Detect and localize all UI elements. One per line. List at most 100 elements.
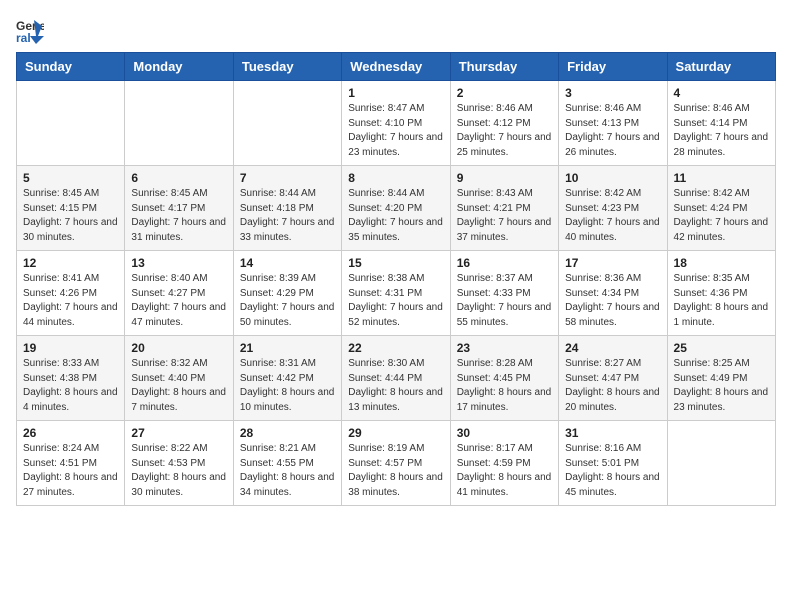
calendar-cell: 21 Sunrise: 8:31 AMSunset: 4:42 PMDayligh… — [233, 336, 341, 421]
cell-content: Sunrise: 8:19 AMSunset: 4:57 PMDaylight:… — [348, 442, 443, 500]
calendar-cell: 5 Sunrise: 8:45 AMSunset: 4:15 PMDaylight… — [17, 166, 125, 251]
calendar-cell: 24Sunrise: 8:27 AMSunset: 4:47 PMDayligh… — [559, 336, 667, 421]
day-number: 16 — [457, 256, 552, 270]
days-header-row: SundayMondayTuesdayWednesdayThursdayFrid… — [17, 53, 776, 81]
calendar-cell — [17, 81, 125, 166]
calendar-cell: 25 Sunrise: 8:25 AMSunset: 4:49 PMDayligh… — [667, 336, 775, 421]
calendar-cell: 28 Sunrise: 8:21 AMSunset: 4:55 PMDayligh… — [233, 421, 341, 506]
calendar-cell: 8 Sunrise: 8:44 AMSunset: 4:20 PMDaylight… — [342, 166, 450, 251]
logo-icon: Gene ral — [16, 16, 44, 44]
calendar-cell: 6 Sunrise: 8:45 AMSunset: 4:17 PMDaylight… — [125, 166, 233, 251]
calendar-cell: 30Sunrise: 8:17 AMSunset: 4:59 PMDayligh… — [450, 421, 558, 506]
day-number: 31 — [565, 426, 660, 440]
day-number: 7 — [240, 171, 335, 185]
day-number: 27 — [131, 426, 226, 440]
calendar-cell: 11 Sunrise: 8:42 AMSunset: 4:24 PMDayligh… — [667, 166, 775, 251]
cell-content: Sunrise: 8:25 AMSunset: 4:49 PMDaylight:… — [674, 357, 769, 415]
cell-content: Sunrise: 8:44 AMSunset: 4:18 PMDaylight:… — [240, 187, 335, 245]
cell-content: Sunrise: 8:44 AMSunset: 4:20 PMDaylight:… — [348, 187, 443, 245]
day-number: 26 — [23, 426, 118, 440]
cell-content: Sunrise: 8:39 AMSunset: 4:29 PMDaylight:… — [240, 272, 335, 330]
cell-content: Sunrise: 8:40 AMSunset: 4:27 PMDaylight:… — [131, 272, 226, 330]
day-number: 17 — [565, 256, 660, 270]
cell-content: Sunrise: 8:31 AMSunset: 4:42 PMDaylight:… — [240, 357, 335, 415]
cell-content: Sunrise: 8:24 AMSunset: 4:51 PMDaylight:… — [23, 442, 118, 500]
calendar-cell — [125, 81, 233, 166]
calendar-cell — [233, 81, 341, 166]
day-number: 21 — [240, 341, 335, 355]
cell-content: Sunrise: 8:47 AMSunset: 4:10 PMDaylight:… — [348, 102, 443, 160]
calendar-cell: 19Sunrise: 8:33 AMSunset: 4:38 PMDayligh… — [17, 336, 125, 421]
calendar-cell: 12Sunrise: 8:41 AMSunset: 4:26 PMDayligh… — [17, 251, 125, 336]
calendar-cell: 17 Sunrise: 8:36 AMSunset: 4:34 PMDayligh… — [559, 251, 667, 336]
calendar-cell: 14 Sunrise: 8:39 AMSunset: 4:29 PMDayligh… — [233, 251, 341, 336]
cell-content: Sunrise: 8:46 AMSunset: 4:12 PMDaylight:… — [457, 102, 552, 160]
calendar-cell: 4 Sunrise: 8:46 AMSunset: 4:14 PMDaylight… — [667, 81, 775, 166]
day-number: 11 — [674, 171, 769, 185]
svg-text:ral: ral — [16, 31, 31, 44]
week-row: 5 Sunrise: 8:45 AMSunset: 4:15 PMDaylight… — [17, 166, 776, 251]
day-number: 4 — [674, 86, 769, 100]
calendar-cell: 18 Sunrise: 8:35 AMSunset: 4:36 PMDayligh… — [667, 251, 775, 336]
calendar-cell: 16 Sunrise: 8:37 AMSunset: 4:33 PMDayligh… — [450, 251, 558, 336]
day-number: 9 — [457, 171, 552, 185]
day-number: 29 — [348, 426, 443, 440]
day-number: 30 — [457, 426, 552, 440]
day-number: 25 — [674, 341, 769, 355]
cell-content: Sunrise: 8:28 AMSunset: 4:45 PMDaylight:… — [457, 357, 552, 415]
calendar-cell: 1 Sunrise: 8:47 AMSunset: 4:10 PMDaylight… — [342, 81, 450, 166]
day-number: 5 — [23, 171, 118, 185]
calendar-cell: 10 Sunrise: 8:42 AMSunset: 4:23 PMDayligh… — [559, 166, 667, 251]
day-number: 28 — [240, 426, 335, 440]
week-row: 12Sunrise: 8:41 AMSunset: 4:26 PMDayligh… — [17, 251, 776, 336]
cell-content: Sunrise: 8:35 AMSunset: 4:36 PMDaylight:… — [674, 272, 769, 330]
day-header-thursday: Thursday — [450, 53, 558, 81]
calendar-cell: 26 Sunrise: 8:24 AMSunset: 4:51 PMDayligh… — [17, 421, 125, 506]
day-number: 14 — [240, 256, 335, 270]
calendar-cell — [667, 421, 775, 506]
cell-content: Sunrise: 8:36 AMSunset: 4:34 PMDaylight:… — [565, 272, 660, 330]
day-number: 19 — [23, 341, 118, 355]
day-number: 12 — [23, 256, 118, 270]
day-number: 15 — [348, 256, 443, 270]
day-number: 24 — [565, 341, 660, 355]
calendar-cell: 9 Sunrise: 8:43 AMSunset: 4:21 PMDaylight… — [450, 166, 558, 251]
day-number: 22 — [348, 341, 443, 355]
calendar-cell: 20Sunrise: 8:32 AMSunset: 4:40 PMDayligh… — [125, 336, 233, 421]
calendar-cell: 31 Sunrise: 8:16 AMSunset: 5:01 PMDayligh… — [559, 421, 667, 506]
cell-content: Sunrise: 8:42 AMSunset: 4:23 PMDaylight:… — [565, 187, 660, 245]
day-number: 1 — [348, 86, 443, 100]
day-header-sunday: Sunday — [17, 53, 125, 81]
calendar-cell: 7 Sunrise: 8:44 AMSunset: 4:18 PMDaylight… — [233, 166, 341, 251]
cell-content: Sunrise: 8:46 AMSunset: 4:14 PMDaylight:… — [674, 102, 769, 160]
day-header-saturday: Saturday — [667, 53, 775, 81]
day-number: 13 — [131, 256, 226, 270]
day-number: 6 — [131, 171, 226, 185]
cell-content: Sunrise: 8:21 AMSunset: 4:55 PMDaylight:… — [240, 442, 335, 500]
cell-content: Sunrise: 8:45 AMSunset: 4:15 PMDaylight:… — [23, 187, 118, 245]
cell-content: Sunrise: 8:43 AMSunset: 4:21 PMDaylight:… — [457, 187, 552, 245]
cell-content: Sunrise: 8:46 AMSunset: 4:13 PMDaylight:… — [565, 102, 660, 160]
calendar-cell: 22 Sunrise: 8:30 AMSunset: 4:44 PMDayligh… — [342, 336, 450, 421]
calendar-cell: 15Sunrise: 8:38 AMSunset: 4:31 PMDayligh… — [342, 251, 450, 336]
cell-content: Sunrise: 8:32 AMSunset: 4:40 PMDaylight:… — [131, 357, 226, 415]
day-header-friday: Friday — [559, 53, 667, 81]
cell-content: Sunrise: 8:16 AMSunset: 5:01 PMDaylight:… — [565, 442, 660, 500]
day-number: 23 — [457, 341, 552, 355]
day-number: 10 — [565, 171, 660, 185]
day-number: 2 — [457, 86, 552, 100]
calendar-cell: 2 Sunrise: 8:46 AMSunset: 4:12 PMDaylight… — [450, 81, 558, 166]
cell-content: Sunrise: 8:30 AMSunset: 4:44 PMDaylight:… — [348, 357, 443, 415]
calendar-table: SundayMondayTuesdayWednesdayThursdayFrid… — [16, 52, 776, 506]
day-number: 3 — [565, 86, 660, 100]
week-row: 1 Sunrise: 8:47 AMSunset: 4:10 PMDaylight… — [17, 81, 776, 166]
day-number: 18 — [674, 256, 769, 270]
day-number: 8 — [348, 171, 443, 185]
cell-content: Sunrise: 8:37 AMSunset: 4:33 PMDaylight:… — [457, 272, 552, 330]
calendar-cell: 3 Sunrise: 8:46 AMSunset: 4:13 PMDaylight… — [559, 81, 667, 166]
calendar-cell: 27Sunrise: 8:22 AMSunset: 4:53 PMDayligh… — [125, 421, 233, 506]
cell-content: Sunrise: 8:45 AMSunset: 4:17 PMDaylight:… — [131, 187, 226, 245]
calendar-cell: 13 Sunrise: 8:40 AMSunset: 4:27 PMDayligh… — [125, 251, 233, 336]
calendar-cell: 23 Sunrise: 8:28 AMSunset: 4:45 PMDayligh… — [450, 336, 558, 421]
cell-content: Sunrise: 8:42 AMSunset: 4:24 PMDaylight:… — [674, 187, 769, 245]
